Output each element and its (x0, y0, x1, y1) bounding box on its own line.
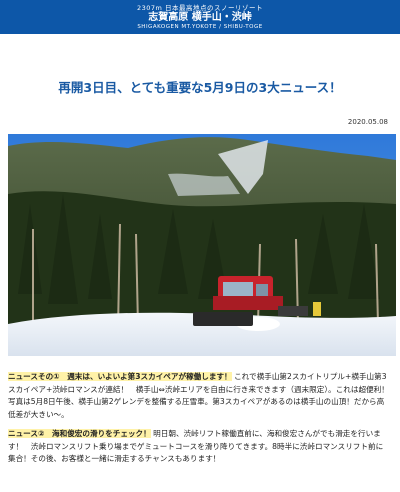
site-name-roman: SHIGAKOGEN MT.YOKOTE / SHIBU-TOGE (137, 23, 263, 30)
header-spacer (0, 34, 400, 78)
site-header: 2307m 日本最高地点のスノーリゾート 志賀高原 横手山・渋峠 SHIGAKO… (0, 0, 400, 34)
site-tagline: 2307m 日本最高地点のスノーリゾート (137, 3, 263, 12)
news-1-lead: ニュースその① 週末は、いよいよ第3スカイペアが稼働します！ (8, 372, 232, 381)
news-2-lead: ニュース② 海和俊宏の滑りをチェック！ (8, 429, 151, 438)
article-date: 2020.05.08 (347, 118, 388, 126)
site-name[interactable]: 志賀高原 横手山・渋峠 (148, 12, 251, 24)
article-body: ニュースその① 週末は、いよいよ第3スカイペアが稼働します！ これで横手山第2ス… (0, 371, 400, 466)
news-item-2: ニュース② 海和俊宏の滑りをチェック！ 明日朝、渋峠リフト稼働直前に、海和俊宏さ… (8, 428, 390, 466)
article-title: 再開3日目、とても重要な5月9日の3大ニュース！ (58, 80, 342, 95)
snowcat-on-snowfield-photo (8, 134, 396, 356)
news-item-1: ニュースその① 週末は、いよいよ第3スカイペアが稼働します！ これで横手山第2ス… (8, 371, 396, 421)
